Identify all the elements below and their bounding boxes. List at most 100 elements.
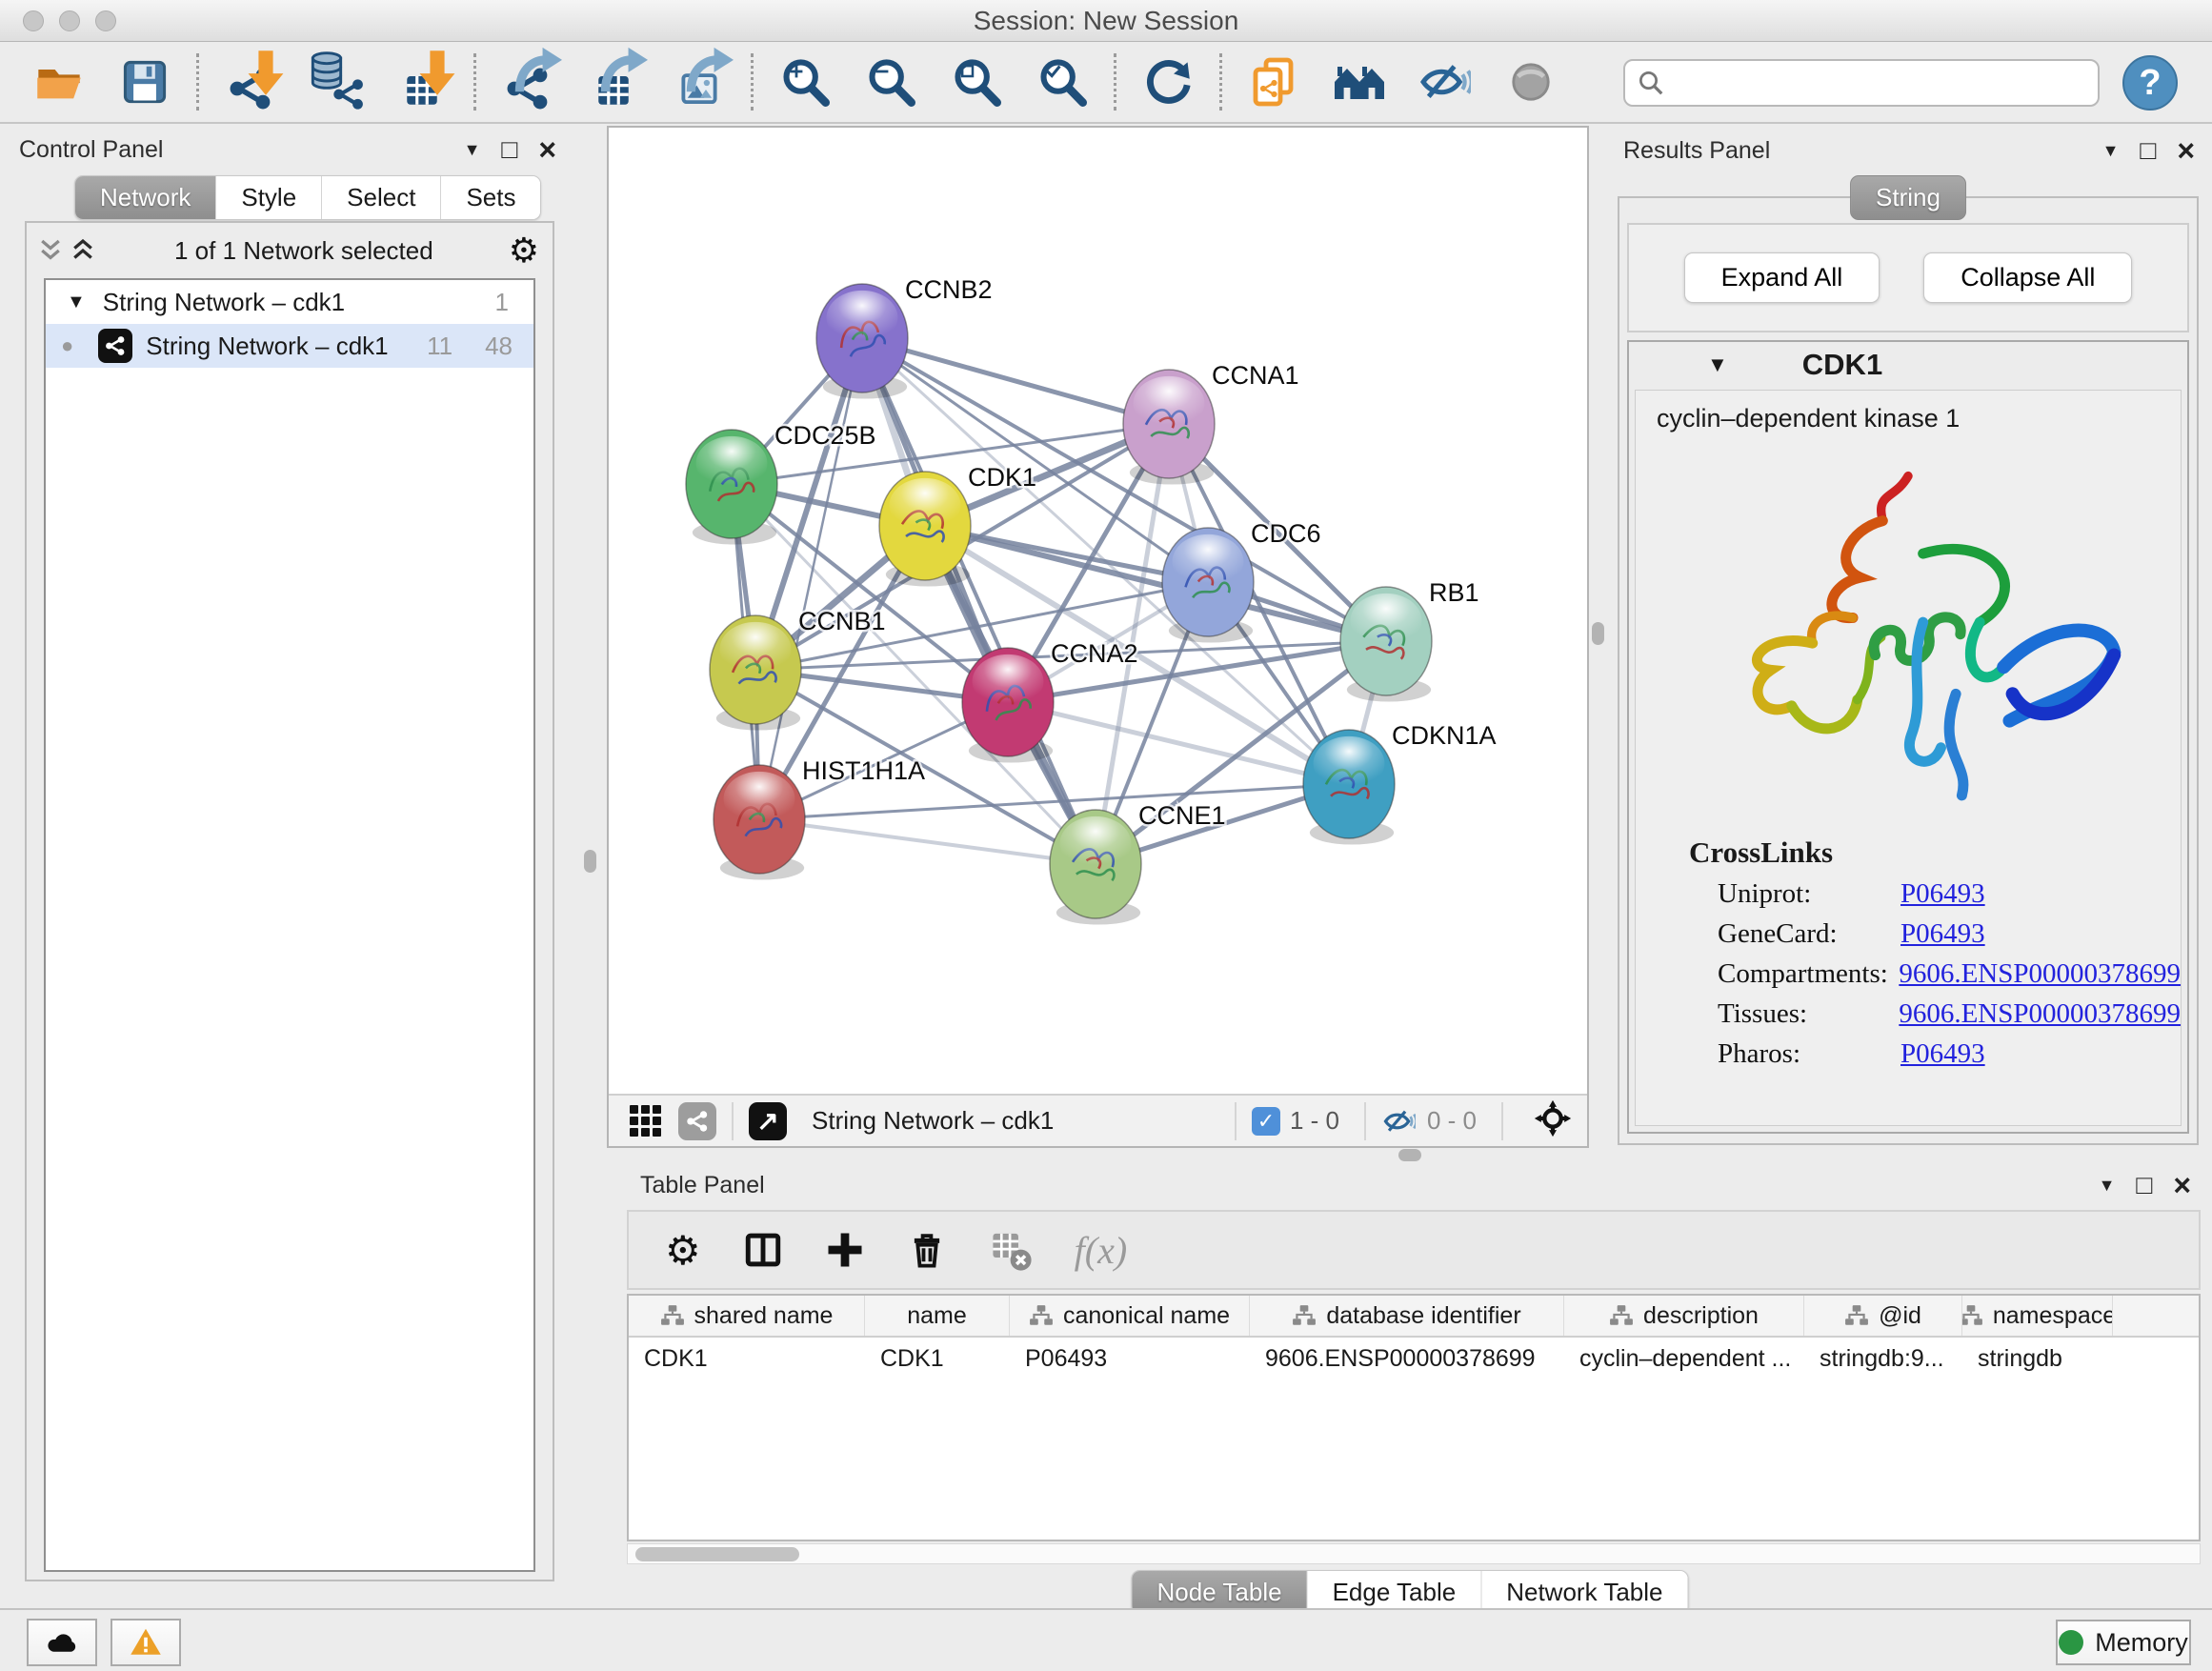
float-panel-icon[interactable]: □ xyxy=(501,136,517,163)
tab-style[interactable]: Style xyxy=(216,176,322,219)
search-input[interactable] xyxy=(1675,69,2098,98)
column-header-name[interactable]: name xyxy=(865,1296,1010,1336)
import-network-button[interactable] xyxy=(224,55,277,109)
close-panel-icon[interactable]: × xyxy=(2177,135,2195,166)
splitter-handle[interactable] xyxy=(1592,622,1604,645)
network-node-CDC6[interactable] xyxy=(1162,528,1254,643)
panel-menu-icon[interactable]: ▼ xyxy=(464,141,481,158)
collapse-triangle-icon[interactable]: ▼ xyxy=(1707,352,1728,377)
tab-string[interactable]: String xyxy=(1850,175,1966,220)
panel-menu-icon[interactable]: ▼ xyxy=(2099,1177,2116,1194)
expand-all-button[interactable]: Expand All xyxy=(1684,252,1880,303)
column-header-description[interactable]: description xyxy=(1564,1296,1804,1336)
warnings-button[interactable] xyxy=(111,1619,181,1666)
network-node-CDKN1A[interactable] xyxy=(1303,730,1395,845)
panel-menu-icon[interactable]: ▼ xyxy=(2102,142,2120,159)
birds-eye-crosshair-icon[interactable] xyxy=(1534,1099,1572,1142)
export-table-button[interactable] xyxy=(587,55,640,109)
export-image-button[interactable] xyxy=(673,55,726,109)
horizontal-scrollbar[interactable] xyxy=(627,1543,2201,1564)
apply-layout-button[interactable] xyxy=(1141,55,1195,109)
tab-select[interactable]: Select xyxy=(322,176,441,219)
column-header-namespace[interactable]: namespace xyxy=(1962,1296,2113,1336)
gear-icon[interactable]: ⚙ xyxy=(509,231,539,271)
table-cell[interactable]: CDK1 xyxy=(865,1338,1010,1379)
close-panel-icon[interactable]: × xyxy=(2173,1170,2191,1200)
entry-header[interactable]: ▼ CDK1 xyxy=(1629,342,2187,388)
clone-network-button[interactable] xyxy=(1247,55,1300,109)
detach-view-button[interactable]: ↗ xyxy=(749,1102,787,1140)
zoom-in-button[interactable] xyxy=(778,55,832,109)
crosslink-link[interactable]: 9606.ENSP00000378699 xyxy=(1899,958,2181,990)
table-cell[interactable]: stringdb xyxy=(1962,1338,2113,1379)
function-builder-button[interactable]: f(x) xyxy=(1075,1228,1128,1273)
network-node-CCNA2[interactable] xyxy=(962,648,1054,763)
hide-selected-button[interactable] xyxy=(1418,55,1472,109)
column-header-@id[interactable]: @id xyxy=(1804,1296,1962,1336)
crosslink-link[interactable]: P06493 xyxy=(1900,878,1985,910)
delete-column-icon[interactable] xyxy=(907,1230,947,1270)
table-settings-button[interactable]: ⚙ xyxy=(665,1227,701,1274)
network-view-badge[interactable] xyxy=(678,1102,716,1140)
network-node-CCNE1[interactable] xyxy=(1050,810,1141,925)
string-protein-query-button[interactable] xyxy=(1333,55,1386,109)
network-node-CDC25B[interactable] xyxy=(686,430,777,545)
close-panel-icon[interactable]: × xyxy=(538,134,556,165)
table-cell[interactable]: 9606.ENSP00000378699 xyxy=(1250,1338,1564,1379)
table-cell[interactable]: CDK1 xyxy=(629,1338,865,1379)
zoom-selected-button[interactable] xyxy=(1036,55,1089,109)
network-node-CCNB2[interactable] xyxy=(816,284,908,399)
delete-table-icon[interactable] xyxy=(989,1228,1033,1272)
network-edge[interactable] xyxy=(759,819,1096,864)
network-edge[interactable] xyxy=(759,338,862,819)
zoom-window-button[interactable] xyxy=(95,10,116,31)
collapse-triangle-icon[interactable]: ▼ xyxy=(67,292,86,313)
memory-button[interactable]: Memory xyxy=(2056,1620,2191,1665)
scrollbar-thumb[interactable] xyxy=(635,1547,799,1561)
zoom-fit-button[interactable] xyxy=(950,55,1003,109)
collapse-all-icon[interactable] xyxy=(34,236,67,265)
table-cell[interactable]: P06493 xyxy=(1010,1338,1250,1379)
network-node-RB1[interactable] xyxy=(1340,587,1432,702)
network-row-selected[interactable]: ● String Network – cdk1 11 48 xyxy=(46,324,533,368)
network-node-CCNB1[interactable] xyxy=(710,615,801,731)
zoom-out-button[interactable] xyxy=(864,55,917,109)
expand-all-icon[interactable] xyxy=(67,236,99,265)
tab-network[interactable]: Network xyxy=(75,176,216,219)
network-edge[interactable] xyxy=(1008,702,1349,784)
crosslink-link[interactable]: 9606.ENSP00000378699 xyxy=(1899,998,2181,1030)
add-column-icon[interactable] xyxy=(825,1230,865,1270)
network-edge[interactable] xyxy=(862,338,1096,864)
minimize-window-button[interactable] xyxy=(59,10,80,31)
table-cell[interactable]: cyclin–dependent ... xyxy=(1564,1338,1804,1379)
close-window-button[interactable] xyxy=(23,10,44,31)
crosslink-link[interactable]: P06493 xyxy=(1900,1038,1985,1070)
import-network-from-database-button[interactable] xyxy=(310,55,363,109)
save-session-button[interactable] xyxy=(118,55,171,109)
selected-checkbox-icon[interactable]: ✓ xyxy=(1252,1107,1280,1136)
tab-sets[interactable]: Sets xyxy=(441,176,540,219)
splitter-handle[interactable] xyxy=(584,850,596,873)
show-all-button[interactable] xyxy=(1504,55,1558,109)
network-collection-row[interactable]: ▼ String Network – cdk1 1 xyxy=(46,280,533,324)
network-node-CDK1[interactable] xyxy=(879,472,971,587)
collapse-all-button[interactable]: Collapse All xyxy=(1923,252,2132,303)
export-network-button[interactable] xyxy=(501,55,554,109)
column-header-shared-name[interactable]: shared name xyxy=(629,1296,865,1336)
cloud-status-button[interactable] xyxy=(27,1619,97,1666)
column-header-canonical-name[interactable]: canonical name xyxy=(1010,1296,1250,1336)
table-row[interactable]: CDK1CDK1P064939606.ENSP00000378699cyclin… xyxy=(629,1338,2199,1379)
help-button[interactable]: ? xyxy=(2122,55,2178,111)
grid-view-icon[interactable] xyxy=(630,1105,661,1137)
float-panel-icon[interactable]: □ xyxy=(2140,137,2156,164)
network-node-CCNA1[interactable] xyxy=(1123,370,1215,485)
network-canvas[interactable]: CCNB2CCNA1CDC25BCDK1CDC6RB1CCNB1CCNA2CDK… xyxy=(609,128,1587,1094)
hidden-eye-slash-icon[interactable] xyxy=(1381,1103,1418,1139)
network-node-HIST1H1A[interactable] xyxy=(714,765,805,880)
open-session-button[interactable] xyxy=(32,55,86,109)
import-table-button[interactable] xyxy=(395,55,449,109)
crosslink-link[interactable]: P06493 xyxy=(1900,918,1985,950)
float-panel-icon[interactable]: □ xyxy=(2136,1172,2152,1198)
show-columns-icon[interactable] xyxy=(743,1230,783,1270)
column-header-database-identifier[interactable]: database identifier xyxy=(1250,1296,1564,1336)
